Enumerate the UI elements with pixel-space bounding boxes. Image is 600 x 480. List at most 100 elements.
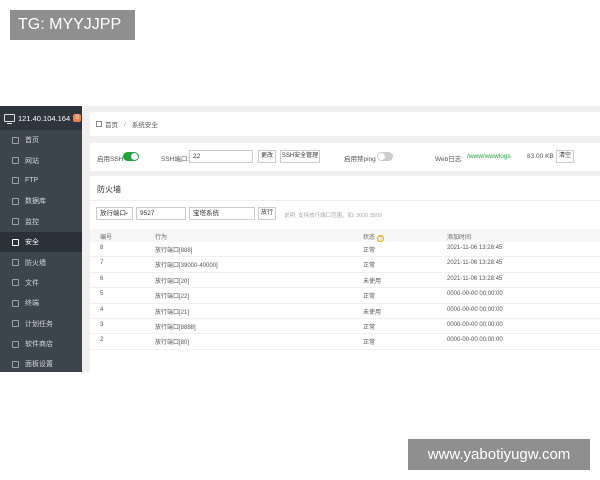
- sidebar-item-label: 首页: [25, 137, 39, 145]
- sidebar-item-label: 面板设置: [25, 361, 53, 369]
- ssh-security-button[interactable]: SSH安全管理: [280, 150, 320, 163]
- table-row: 6 放行端口[20] 未使用 2021-11-06 13:28:45: [90, 273, 600, 289]
- rule-action: 放行端口[20]: [155, 278, 190, 285]
- col-status: 状态?: [363, 232, 385, 242]
- clear-log-button[interactable]: 清空: [556, 150, 574, 163]
- rule-type-value: 放行端口: [100, 210, 126, 217]
- breadcrumb: 首页 / 系统安全: [90, 112, 600, 136]
- sidebar-item-label: 终端: [25, 300, 39, 308]
- table-row: 4 放行端口[21] 未使用 0000-00-00 00:00:00: [90, 304, 600, 319]
- notification-badge[interactable]: 0: [73, 114, 82, 122]
- rule-status: 未使用: [363, 278, 382, 285]
- rule-time: 0000-00-00 00:00:00: [447, 322, 503, 328]
- col-status-label: 状态: [363, 235, 376, 241]
- sidebar-item-label: 软件商店: [25, 341, 53, 349]
- rule-id: 2: [100, 337, 104, 344]
- rule-type-select[interactable]: 放行端口 ⌄: [96, 207, 133, 220]
- rule-action: 放行端口[80]: [155, 340, 190, 347]
- watermark-top-left: TG: MYYJJPP: [10, 10, 135, 40]
- rule-id: 4: [100, 306, 104, 313]
- port-input[interactable]: 9527: [136, 207, 186, 220]
- rule-time: 2021-11-06 13:28:45: [447, 260, 503, 267]
- chevron-down-icon: ⌄: [123, 210, 129, 216]
- breadcrumb-home[interactable]: 首页: [105, 119, 118, 129]
- rule-time: 0000-00-00 00:00:00: [447, 306, 503, 313]
- weblog-label: Web日志:: [435, 156, 464, 163]
- sidebar-item[interactable]: 监控: [0, 212, 82, 232]
- sidebar-item-label: 安全: [25, 239, 39, 247]
- rule-status: 正常: [363, 294, 376, 301]
- ssh-port-input[interactable]: 22: [189, 150, 253, 163]
- rule-id: 7: [100, 260, 104, 267]
- sidebar-item-label: 网站: [25, 157, 39, 165]
- ping-toggle[interactable]: [377, 152, 393, 161]
- help-icon[interactable]: ?: [377, 235, 385, 242]
- rule-time: 0000-00-00 00:00:00: [447, 291, 503, 298]
- home-icon: [96, 121, 102, 127]
- rule-action: 放行端口[39000-40000]: [155, 263, 218, 270]
- table-row: 8 放行端口[888] 正常 2021-11-06 13:28:45: [90, 242, 600, 258]
- divider: [90, 200, 600, 201]
- table-row: 3 放行端口[8888] 正常 0000-00-00 00:00:00: [90, 319, 600, 335]
- folder-icon: [12, 279, 19, 287]
- change-port-button[interactable]: 更改: [258, 150, 276, 163]
- sidebar-item-label: 文件: [25, 279, 39, 287]
- sidebar-item[interactable]: 文件: [0, 273, 82, 293]
- rule-id: 3: [100, 322, 104, 328]
- security-toolbar: 启用SSH SSH端口: 22 更改 SSH安全管理 启用禁ping Web日志…: [90, 143, 600, 171]
- shield-icon: [12, 238, 19, 246]
- watermark-bottom-right: www.yabotiyugw.com: [408, 439, 590, 470]
- rule-time: 0000-00-00 00:00:00: [447, 337, 503, 344]
- rule-action: 放行端口[22]: [155, 294, 190, 301]
- col-id: 编号: [100, 235, 113, 241]
- sidebar-item[interactable]: 面板设置: [0, 354, 82, 372]
- rule-status: 未使用: [363, 309, 382, 316]
- firewall-panel: 防火墙 放行端口 ⌄ 9527 宝塔系统 放行 说明: 支持放行端口范围，如: …: [90, 176, 600, 372]
- rule-time: 2021-11-06 13:28:45: [447, 275, 503, 282]
- sidebar-item-label: 数据库: [25, 198, 46, 206]
- sidebar-item[interactable]: 网站: [0, 150, 82, 170]
- home-icon: [12, 136, 19, 144]
- sidebar-item[interactable]: FTP: [0, 171, 82, 191]
- allow-port-button[interactable]: 放行: [258, 207, 276, 220]
- ssh-toggle[interactable]: [123, 152, 139, 161]
- database-icon: [12, 197, 19, 205]
- rule-action: 放行端口[8888]: [155, 325, 196, 331]
- monitor-icon: [4, 114, 15, 124]
- sidebar-item[interactable]: 数据库: [0, 191, 82, 211]
- breadcrumb-separator: /: [124, 120, 126, 128]
- col-time: 添加时间: [447, 235, 472, 241]
- table-row: 7 放行端口[39000-40000] 正常 2021-11-06 13:28:45: [90, 257, 600, 273]
- rule-time: 2021-11-06 13:28:45: [447, 245, 503, 251]
- sidebar-item[interactable]: 安全: [0, 231, 82, 253]
- sidebar-item-label: 计划任务: [25, 320, 53, 328]
- ftp-icon: [12, 177, 19, 185]
- weblog-path[interactable]: /www/wwwlogs: [467, 153, 511, 160]
- sidebar-item[interactable]: 软件商店: [0, 334, 82, 354]
- monitor-icon: [12, 218, 19, 226]
- sidebar-item[interactable]: 首页: [0, 130, 82, 150]
- table-row: 2 放行端口[80] 正常 0000-00-00 00:00:00: [90, 334, 600, 350]
- sidebar-item-label: 防火墙: [25, 259, 46, 267]
- rule-id: 5: [100, 291, 104, 298]
- globe-icon: [12, 157, 19, 165]
- rule-action: 放行端口[888]: [155, 248, 193, 254]
- ssh-port-label: SSH端口:: [161, 156, 190, 163]
- terminal-icon: [12, 299, 19, 307]
- remark-input[interactable]: 宝塔系统: [189, 207, 255, 220]
- sidebar-item-label: 监控: [25, 218, 39, 226]
- rule-status: 正常: [363, 263, 376, 270]
- firewall-icon: [12, 259, 19, 267]
- store-icon: [12, 340, 19, 348]
- server-ip: 121.40.104.164: [18, 113, 71, 123]
- table-header: 编号 行为 状态? 添加时间: [90, 229, 600, 242]
- sidebar-item[interactable]: 防火墙: [0, 252, 82, 272]
- ping-label: 启用禁ping: [344, 156, 376, 163]
- sidebar-item-label: FTP: [25, 177, 39, 185]
- sidebar-item[interactable]: 终端: [0, 293, 82, 313]
- firewall-title: 防火墙: [97, 185, 121, 194]
- rule-action: 放行端口[21]: [155, 309, 190, 316]
- rule-status: 正常: [363, 340, 376, 347]
- sidebar-item[interactable]: 计划任务: [0, 314, 82, 334]
- clock-icon: [12, 320, 19, 328]
